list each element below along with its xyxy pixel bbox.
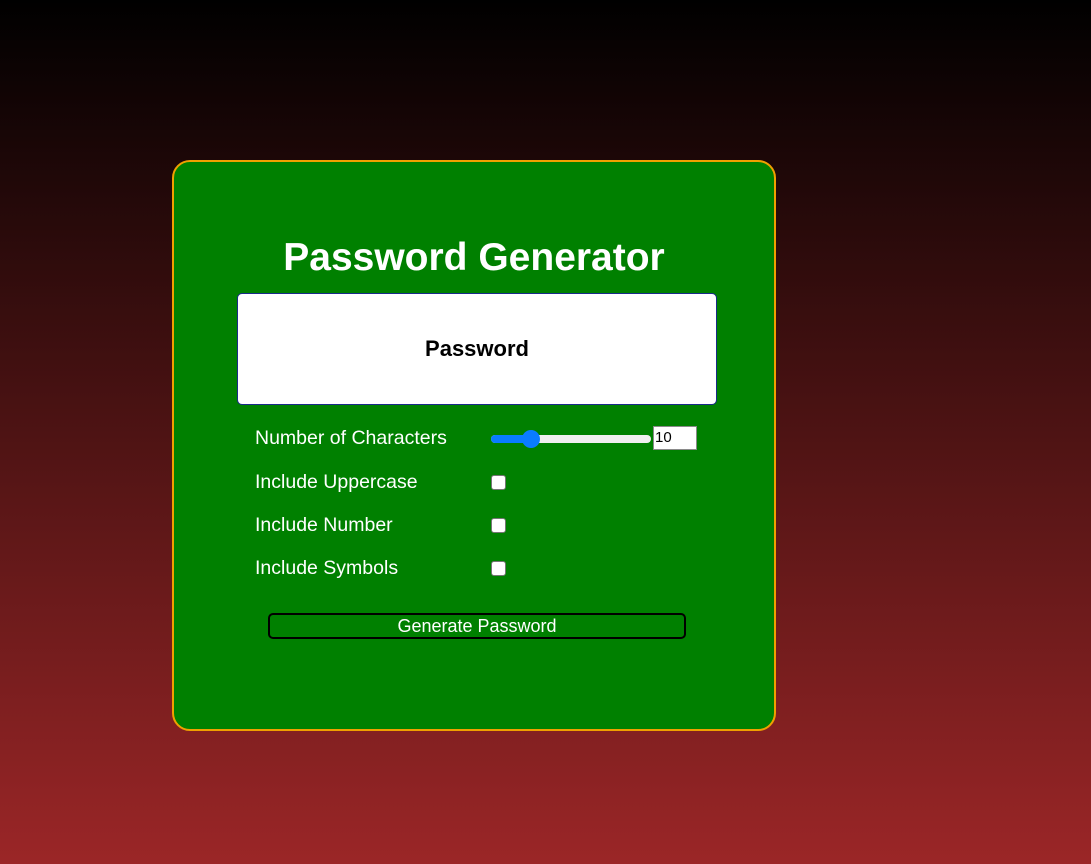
- uppercase-label: Include Uppercase: [255, 470, 418, 493]
- symbols-checkbox[interactable]: [491, 560, 506, 576]
- length-label: Number of Characters: [255, 426, 447, 449]
- generate-password-button[interactable]: Generate Password: [268, 613, 686, 639]
- number-label: Include Number: [255, 513, 393, 536]
- length-number-input[interactable]: 10: [653, 426, 697, 450]
- number-row: Include Number: [255, 513, 506, 537]
- number-checkbox[interactable]: [491, 517, 506, 533]
- length-slider[interactable]: [491, 427, 653, 449]
- password-generator-card: Password Generator Password Number of Ch…: [172, 160, 776, 731]
- uppercase-checkbox[interactable]: [491, 474, 506, 490]
- page-title: Password Generator: [283, 236, 665, 279]
- password-text: Password: [425, 336, 529, 361]
- symbols-row: Include Symbols: [255, 556, 506, 580]
- password-display: Password: [237, 293, 717, 405]
- slider-track: [491, 435, 651, 443]
- length-row: Number of Characters 10: [255, 426, 697, 450]
- uppercase-row: Include Uppercase: [255, 470, 506, 494]
- slider-thumb[interactable]: [522, 430, 541, 448]
- symbols-label: Include Symbols: [255, 556, 399, 579]
